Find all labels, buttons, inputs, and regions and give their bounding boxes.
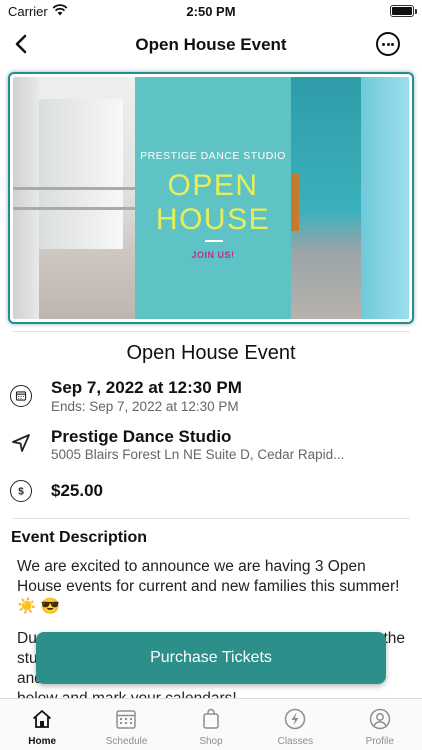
description-paragraph-1: We are excited to announce we are having… — [17, 557, 412, 617]
tab-profile[interactable]: Profile — [338, 699, 422, 750]
tab-label: Profile — [365, 736, 394, 747]
hero-headline-line-1: OPEN — [167, 169, 259, 202]
dollar-icon: $ — [10, 480, 32, 502]
chevron-left-icon[interactable] — [8, 30, 36, 58]
event-date: Sep 7, 2022 at 12:30 PM — [51, 378, 242, 397]
studio-photo-left — [13, 77, 135, 319]
divider — [12, 518, 410, 519]
event-title: Open House Event — [126, 342, 296, 364]
tab-label: Classes — [277, 736, 314, 747]
description-line: House events for current and new familie… — [17, 578, 400, 595]
navigation-bar: Open House Event — [0, 22, 422, 66]
description-fragment: Du — [17, 630, 37, 647]
calendar-icon — [10, 385, 32, 407]
svg-text:$: $ — [18, 487, 24, 498]
tab-schedule[interactable]: Schedule — [84, 699, 168, 750]
tab-label: Schedule — [105, 736, 148, 747]
hero-studio-name: PRESTIGE DANCE STUDIO — [140, 150, 286, 162]
location-arrow-icon — [12, 434, 30, 452]
shopping-bag-icon — [203, 708, 219, 729]
calendar-icon — [116, 710, 137, 729]
tab-label: Home — [28, 736, 57, 747]
event-date-row: Sep 7, 2022 at 12:30 PM Ends: Sep 7, 202… — [10, 378, 412, 418]
tab-label: Shop — [199, 736, 223, 747]
location-address: 5005 Blairs Forest Ln NE Suite D, Cedar … — [51, 447, 345, 462]
bolt-icon — [284, 708, 306, 730]
person-circle-icon — [369, 708, 390, 730]
tab-home[interactable]: Home — [0, 699, 84, 750]
event-price-row: $ $25.00 — [10, 480, 412, 504]
purchase-tickets-button[interactable]: Purchase Tickets — [36, 632, 386, 684]
description-header: Event Description — [11, 529, 148, 546]
location-name: Prestige Dance Studio — [51, 427, 232, 446]
home-icon — [32, 710, 52, 728]
description-line: We are excited to announce we are having… — [17, 558, 366, 575]
hero-headline-line-2: HOUSE — [155, 203, 271, 236]
tab-shop[interactable]: Shop — [169, 699, 253, 750]
nav-title: Open House Event — [135, 35, 287, 54]
status-bar: Carrier 2:50 PM — [0, 0, 422, 22]
event-location-row[interactable]: Prestige Dance Studio 5005 Blairs Forest… — [10, 427, 412, 467]
description-fragment: the — [383, 630, 405, 647]
event-price: $25.00 — [51, 481, 103, 500]
hero-divider — [205, 240, 223, 242]
hero-headline: OPEN HOUSE — [135, 169, 291, 237]
ellipsis-circle-icon[interactable] — [376, 32, 400, 56]
hero-tagline: JOIN US! — [191, 250, 235, 260]
event-end-date: Ends: Sep 7, 2022 at 12:30 PM — [51, 399, 239, 414]
description-emoji-line: ☀️ 😎 — [17, 598, 60, 615]
tab-classes[interactable]: Classes — [253, 699, 337, 750]
event-hero-image: PRESTIGE DANCE STUDIO OPEN HOUSE JOIN US… — [8, 72, 414, 324]
battery-icon — [390, 5, 417, 17]
studio-photo-right — [291, 77, 409, 319]
divider — [12, 331, 410, 332]
tab-bar: Home Schedule Shop Classes Profile — [0, 698, 422, 750]
status-time: 2:50 PM — [186, 4, 236, 19]
